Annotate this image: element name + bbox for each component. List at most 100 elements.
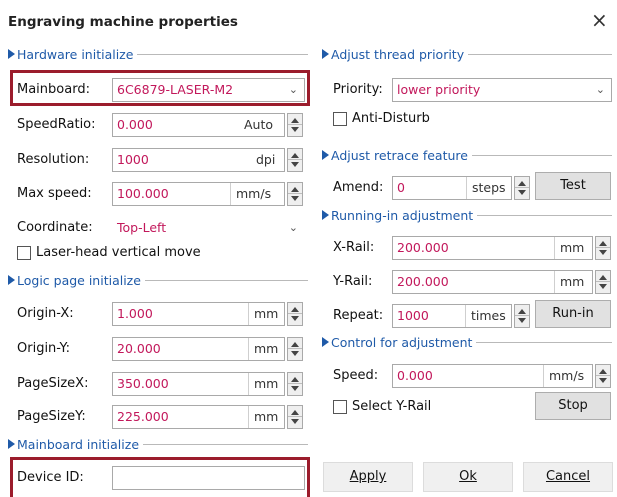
group-mainboard-initialize: Mainboard initialize	[8, 436, 308, 452]
origin-y-label: Origin-Y:	[17, 341, 71, 356]
group-hardware-initialize: Hardware initialize	[8, 46, 308, 62]
pagesize-y-value: 225.000	[117, 409, 169, 424]
origin-y-spinner[interactable]	[287, 337, 303, 361]
test-button[interactable]: Test	[535, 172, 611, 200]
close-icon[interactable]: ×	[591, 8, 608, 32]
pagesize-x-spinner[interactable]	[287, 372, 303, 396]
repeat-spinner[interactable]	[514, 304, 530, 328]
speedratio-value: 0.000	[117, 117, 153, 132]
origin-x-input[interactable]: 1.000 mm	[112, 302, 285, 326]
spin-down-icon[interactable]	[291, 419, 299, 424]
spin-down-icon[interactable]	[518, 318, 526, 323]
pagesize-x-input[interactable]: 350.000 mm	[112, 372, 285, 396]
priority-value: lower priority	[397, 82, 481, 97]
group-divider	[477, 214, 612, 216]
spin-down-icon[interactable]	[291, 351, 299, 356]
anti-disturb-label: Anti-Disturb	[352, 111, 430, 126]
maxspeed-spinner[interactable]	[287, 182, 303, 206]
coordinate-label: Coordinate:	[17, 220, 93, 235]
laserhead-vertical-checkbox[interactable]	[17, 246, 31, 260]
yrail-label: Y-Rail:	[333, 274, 373, 289]
amend-input[interactable]: 0 steps	[392, 176, 512, 200]
cancel-button[interactable]: Cancel	[523, 462, 613, 492]
coordinate-value: Top-Left	[117, 220, 167, 235]
xrail-spinner[interactable]	[595, 236, 611, 260]
spin-up-icon[interactable]	[291, 377, 299, 382]
spin-up-icon[interactable]	[599, 369, 607, 374]
amend-value: 0	[397, 180, 405, 195]
coordinate-select[interactable]: Top-Left ⌄	[112, 216, 305, 240]
group-triangle-icon	[322, 150, 329, 160]
amend-unit: steps	[466, 177, 506, 199]
group-running-in-adjustment: Running-in adjustment	[322, 207, 612, 223]
yrail-value: 200.000	[397, 274, 449, 289]
spin-down-icon[interactable]	[291, 386, 299, 391]
spin-up-icon[interactable]	[291, 342, 299, 347]
ok-button[interactable]: Ok	[423, 462, 513, 492]
amend-spinner[interactable]	[514, 176, 530, 200]
device-id-label: Device ID:	[17, 470, 84, 485]
speedratio-input[interactable]: 0.000 Auto	[112, 113, 285, 137]
spin-up-icon[interactable]	[518, 309, 526, 314]
run-in-button[interactable]: Run-in	[535, 300, 611, 328]
resolution-spinner[interactable]	[287, 148, 303, 172]
origin-x-value: 1.000	[117, 306, 153, 321]
anti-disturb-checkbox[interactable]	[333, 112, 347, 126]
origin-x-spinner[interactable]	[287, 302, 303, 326]
apply-button[interactable]: Apply	[323, 462, 413, 492]
mainboard-select[interactable]: 6C6879-LASER-M2 ⌄	[112, 78, 305, 102]
priority-label: Priority:	[333, 82, 383, 97]
device-id-input[interactable]	[112, 466, 305, 490]
spin-up-icon[interactable]	[291, 153, 299, 158]
spin-up-icon[interactable]	[291, 118, 299, 123]
dropdown-chevron-icon: ⌄	[288, 221, 298, 234]
speedratio-unit: Auto	[244, 117, 274, 132]
spin-down-icon[interactable]	[291, 162, 299, 167]
xrail-input[interactable]: 200.000 mm	[392, 236, 593, 260]
origin-y-input[interactable]: 20.000 mm	[112, 337, 285, 361]
amend-label: Amend:	[333, 180, 384, 195]
group-header-label: Running-in adjustment	[331, 207, 474, 223]
group-divider	[471, 154, 612, 156]
spin-up-icon[interactable]	[291, 410, 299, 415]
pagesize-x-label: PageSizeX:	[17, 376, 89, 391]
spin-up-icon[interactable]	[291, 307, 299, 312]
pagesize-y-input[interactable]: 225.000 mm	[112, 405, 285, 429]
resolution-input[interactable]: 1000 dpi	[112, 148, 285, 172]
group-header-label: Hardware initialize	[17, 46, 134, 62]
repeat-label: Repeat:	[333, 308, 384, 323]
maxspeed-input[interactable]: 100.000 mm/s	[112, 182, 285, 206]
spin-down-icon[interactable]	[291, 196, 299, 201]
group-header-label: Control for adjustment	[331, 334, 473, 350]
spin-up-icon[interactable]	[518, 181, 526, 186]
xrail-value: 200.000	[397, 240, 449, 255]
spin-up-icon[interactable]	[599, 275, 607, 280]
repeat-unit: times	[465, 305, 506, 327]
pagesize-y-spinner[interactable]	[287, 405, 303, 429]
origin-x-unit: mm	[248, 303, 278, 325]
control-speed-label: Speed:	[333, 368, 379, 383]
pagesize-x-value: 350.000	[117, 376, 169, 391]
control-speed-spinner[interactable]	[595, 364, 611, 388]
spin-down-icon[interactable]	[291, 316, 299, 321]
repeat-input[interactable]: 1000 times	[392, 304, 512, 328]
spin-down-icon[interactable]	[518, 190, 526, 195]
spin-down-icon[interactable]	[599, 284, 607, 289]
spin-down-icon[interactable]	[291, 127, 299, 132]
spin-up-icon[interactable]	[599, 241, 607, 246]
yrail-input[interactable]: 200.000 mm	[392, 270, 593, 294]
spin-down-icon[interactable]	[599, 378, 607, 383]
speedratio-spinner[interactable]	[287, 113, 303, 137]
yrail-spinner[interactable]	[595, 270, 611, 294]
spin-down-icon[interactable]	[599, 250, 607, 255]
group-header-label: Adjust thread priority	[331, 46, 465, 62]
select-yrail-checkbox[interactable]	[333, 400, 347, 414]
maxspeed-unit: mm/s	[230, 183, 271, 205]
spin-up-icon[interactable]	[291, 187, 299, 192]
control-speed-input[interactable]: 0.000 mm/s	[392, 364, 593, 388]
xrail-unit: mm	[554, 237, 584, 259]
stop-button[interactable]: Stop	[535, 392, 611, 420]
group-header-label: Logic page initialize	[17, 272, 141, 288]
laserhead-vertical-label: Laser-head vertical move	[36, 245, 201, 260]
priority-select[interactable]: lower priority ⌄	[392, 78, 612, 102]
